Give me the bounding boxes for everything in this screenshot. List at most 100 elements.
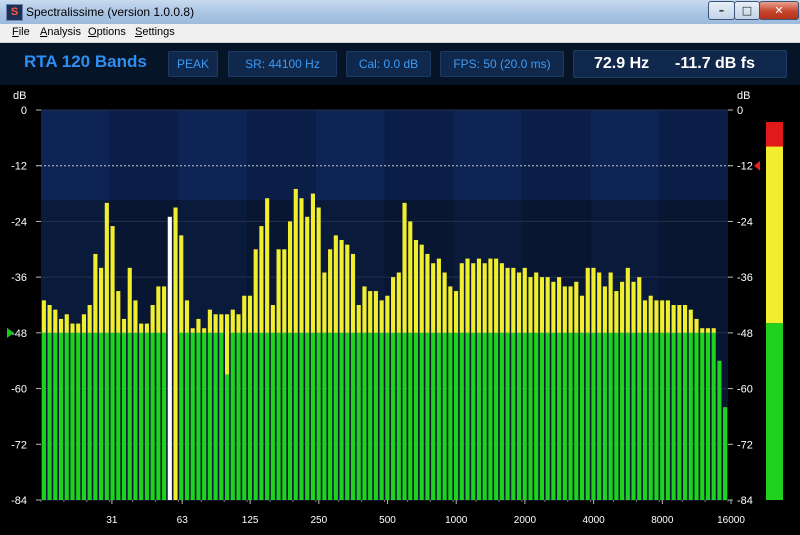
meter-segment xyxy=(766,146,783,324)
level-bar xyxy=(247,332,253,500)
peak-hold-bar xyxy=(574,281,579,333)
level-bar xyxy=(660,332,665,500)
peak-hold-bar xyxy=(299,198,304,333)
spectrum-chart[interactable]: 0 -12 -24 -36 -48 -60 -72 -84 0 -12 -24 -36 -48 -60 -… xyxy=(0,85,800,535)
x-tick-label: 125 xyxy=(242,515,259,526)
peak-hold-bar xyxy=(665,300,670,333)
octave-band-highlight xyxy=(590,110,660,200)
octave-band-highlight xyxy=(41,110,110,200)
peak-hold-bar xyxy=(190,328,195,333)
octave-band-highlight xyxy=(521,110,591,200)
level-bar xyxy=(116,332,121,500)
level-meter xyxy=(766,122,783,500)
peak-hold-bar xyxy=(322,272,327,333)
peak-hold-bar xyxy=(373,291,378,333)
y-tick-label: -36 xyxy=(11,272,27,284)
peak-hold-bar xyxy=(133,300,138,333)
x-tick-label: 500 xyxy=(379,515,396,526)
peak-hold-bar xyxy=(247,295,253,333)
peak-hold-bar xyxy=(87,305,92,333)
maximize-button[interactable]: □ xyxy=(734,1,760,20)
peak-hold-bar xyxy=(705,328,711,333)
level-bar xyxy=(391,332,396,500)
cursor-frequency: 72.9 Hz xyxy=(594,55,650,72)
y-axis-right-unit: dB xyxy=(737,90,750,102)
level-bar xyxy=(259,332,264,500)
menu-options[interactable]: Options xyxy=(88,26,126,38)
level-bar xyxy=(579,332,585,500)
level-bar xyxy=(282,332,287,500)
y-axis-left-unit: dB xyxy=(13,90,26,102)
level-bar xyxy=(654,332,659,500)
level-bar xyxy=(642,332,648,500)
calibration-display[interactable]: Cal: 0.0 dB xyxy=(346,51,431,77)
level-bar xyxy=(431,332,436,500)
level-bar xyxy=(614,332,619,500)
peak-hold-bar xyxy=(150,305,155,333)
close-button[interactable]: ✕ xyxy=(759,1,799,20)
level-bar xyxy=(305,332,310,500)
x-tick-label: 1000 xyxy=(445,515,468,526)
menu-analysis[interactable]: Analysis xyxy=(40,26,81,38)
sample-rate-display[interactable]: SR: 44100 Hz xyxy=(228,51,337,77)
x-tick-label: 4000 xyxy=(582,515,605,526)
octave-band-highlight xyxy=(659,110,728,200)
peak-hold-bar xyxy=(276,249,281,333)
level-bar xyxy=(425,332,430,500)
level-bar xyxy=(265,332,270,500)
y-tick-label: -24 xyxy=(11,216,27,228)
octave-band-highlight xyxy=(247,110,316,200)
peak-hold-bar xyxy=(694,318,699,333)
peak-hold-bar xyxy=(683,305,688,333)
y-tick-label: -48 xyxy=(737,328,753,340)
level-bar xyxy=(631,332,636,500)
peak-hold-bar xyxy=(173,207,178,500)
peak-hold-bar xyxy=(362,286,367,333)
peak-hold-bar xyxy=(579,295,585,333)
level-bar xyxy=(648,332,653,500)
octave-band-highlight xyxy=(315,110,385,200)
menu-settings[interactable]: Settings xyxy=(135,26,175,38)
menu-bar: File Analysis Options Settings xyxy=(0,24,800,43)
level-bar xyxy=(465,332,470,500)
window-title: Spectralissime (version 1.0.0.8) xyxy=(26,5,195,19)
peak-hold-bar xyxy=(225,314,230,375)
peak-hold-bar xyxy=(282,249,287,333)
peak-hold-bar xyxy=(316,207,321,333)
detector-mode-button[interactable]: PEAK xyxy=(168,51,218,77)
peak-hold-bar xyxy=(597,272,602,333)
level-bar xyxy=(242,332,247,500)
level-bar xyxy=(139,332,144,500)
y-tick-label: -60 xyxy=(737,384,753,396)
peak-hold-bar xyxy=(350,253,356,333)
level-bar xyxy=(81,332,86,500)
x-tick-label: 2000 xyxy=(514,515,537,526)
level-bar xyxy=(287,332,293,500)
peak-hold-bar xyxy=(156,286,161,333)
level-bar xyxy=(482,332,487,500)
level-bar xyxy=(528,332,533,500)
level-bar xyxy=(522,332,527,500)
peak-hold-bar xyxy=(431,263,436,333)
level-bar xyxy=(574,332,579,500)
y-tick-label: -72 xyxy=(737,439,753,451)
minimize-button[interactable]: – xyxy=(708,1,735,20)
analysis-mode-title[interactable]: RTA 120 Bands xyxy=(24,52,147,72)
fps-display[interactable]: FPS: 50 (20.0 ms) xyxy=(440,51,564,77)
menu-file-accel: F xyxy=(12,26,19,38)
level-bar xyxy=(64,332,69,500)
peak-hold-bar xyxy=(196,318,201,333)
menu-file[interactable]: File xyxy=(12,26,30,38)
peak-hold-bar xyxy=(620,281,625,333)
level-bar xyxy=(184,332,190,500)
level-bar xyxy=(299,332,304,500)
peak-hold-bar xyxy=(58,318,64,333)
level-bar xyxy=(70,332,75,500)
peak-hold-bar xyxy=(476,258,482,333)
level-bar xyxy=(591,332,596,500)
level-bar xyxy=(322,332,327,500)
cursor-band-bar[interactable] xyxy=(167,216,172,501)
y-tick-label: -72 xyxy=(11,439,27,451)
title-bar[interactable]: S Spectralissime (version 1.0.0.8) – □ ✕ xyxy=(0,0,800,24)
level-bar xyxy=(413,332,419,500)
